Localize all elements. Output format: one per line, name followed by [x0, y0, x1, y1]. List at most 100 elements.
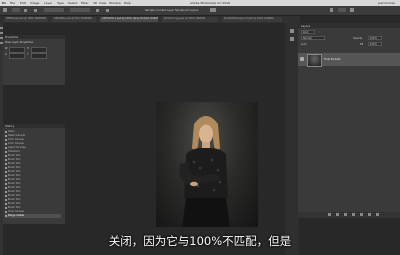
- sample-current-layer[interactable]: Sample: Current Layer: [145, 9, 174, 12]
- symmetry-icon[interactable]: [106, 9, 109, 12]
- x-label: X: [5, 53, 7, 56]
- portrait-figure: [179, 116, 230, 227]
- brush-icon: [5, 178, 7, 181]
- menu-edit[interactable]: Edit: [20, 1, 26, 5]
- layer-row[interactable]: Final Portrait: [298, 53, 400, 67]
- adjustments-panel-icon[interactable]: [290, 37, 294, 41]
- brush-icon: [5, 158, 7, 161]
- menu-image[interactable]: Image: [30, 1, 39, 5]
- layers-panel: Layers Kind Normal Opacity 100% Lock Fil…: [298, 23, 400, 218]
- layers-footer: [298, 212, 400, 218]
- options-bar: Sample: Current Layer Sample All Layers: [0, 6, 400, 16]
- blend-mode-select[interactable]: Normal: [301, 36, 325, 40]
- brush-icon: [5, 202, 7, 205]
- user-name: Joel Grimes: [378, 1, 396, 5]
- menu-select[interactable]: Select: [68, 1, 77, 5]
- flow-field[interactable]: [70, 8, 90, 12]
- mode-icon[interactable]: [24, 9, 27, 12]
- new-layer-icon[interactable]: [368, 213, 371, 216]
- history-step-icon: [5, 138, 7, 141]
- history-step-icon: [5, 214, 7, 217]
- marquee-tool-icon[interactable]: [0, 32, 3, 34]
- search-icon[interactable]: [330, 8, 333, 12]
- menu-3d[interactable]: 3D: [93, 1, 97, 5]
- lock-label: Lock: [301, 42, 307, 46]
- airbrush-icon[interactable]: [34, 9, 37, 12]
- history-item-selected[interactable]: Merge Visible: [5, 214, 61, 218]
- layers-title: Layers: [301, 24, 311, 28]
- opacity-field[interactable]: 100%: [368, 36, 382, 40]
- workspace-switcher[interactable]: [338, 8, 346, 12]
- collapsed-panels-strip: [285, 23, 299, 255]
- brush-icon: [5, 182, 7, 185]
- fx-icon[interactable]: [336, 213, 339, 216]
- history-step-icon: [5, 142, 7, 145]
- history-step-icon: [5, 210, 7, 213]
- mask-icon[interactable]: [344, 213, 347, 216]
- tool-preset-icon[interactable]: [3, 8, 7, 12]
- adjustment-layer-icon[interactable]: [352, 213, 355, 216]
- layer-thumbnail: [307, 54, 322, 67]
- brush-size-picker[interactable]: [12, 8, 20, 12]
- brush-icon: [5, 170, 7, 173]
- properties-title: Properties: [5, 35, 19, 39]
- brush-icon: [5, 190, 7, 193]
- layers-panel-header: Layers: [298, 23, 400, 28]
- brush-icon: [5, 186, 7, 189]
- history-panel: History Open Select Canvas Color Canvas …: [3, 124, 65, 224]
- brush-icon: [5, 174, 7, 177]
- menu-file[interactable]: File: [10, 1, 15, 5]
- window-title: Adobe Photoshop CC 2018: [190, 1, 230, 5]
- document-tab-bar: TEMSeries.psd @ 100% (RGB/8#) ORIGINAL.p…: [0, 16, 300, 23]
- height-label: H: [27, 47, 29, 50]
- brush-icon: [5, 206, 7, 209]
- y-label: Y: [27, 53, 29, 56]
- properties-subtitle: Pixel Layer Properties: [5, 41, 33, 44]
- tab-document-5[interactable]: Portrait Background.psd @ 100% (RGB/8): [222, 17, 282, 22]
- menu-layer[interactable]: Layer: [44, 1, 52, 5]
- menu-help[interactable]: Help: [124, 1, 131, 5]
- brush-icon: [5, 166, 7, 169]
- x-field[interactable]: [9, 53, 25, 59]
- menu-view[interactable]: View: [99, 1, 106, 5]
- opacity-field[interactable]: [44, 8, 64, 12]
- fill-label: Fill: [360, 42, 364, 46]
- menu-app-logo[interactable]: Ps: [2, 1, 6, 5]
- width-label: W: [5, 47, 8, 50]
- properties-panel-header: Properties: [3, 35, 65, 39]
- properties-panel: Properties Pixel Layer Properties W H X …: [3, 35, 65, 85]
- history-panel-header: History: [3, 124, 65, 128]
- brush-icon: [5, 154, 7, 157]
- menu-filter[interactable]: Filter: [81, 1, 88, 5]
- sample-all-layers[interactable]: Sample All Layers: [175, 9, 198, 12]
- history-step-icon: [5, 134, 7, 137]
- layer-filter-select[interactable]: Kind: [301, 30, 315, 34]
- link-icon[interactable]: [328, 213, 331, 216]
- tab-document-1[interactable]: TEMSeries.psd @ 100% (RGB/8#): [4, 17, 48, 22]
- settings-icon[interactable]: [210, 8, 216, 12]
- share-icon[interactable]: [350, 8, 354, 12]
- tab-document-4[interactable]: Portrait Copy.psd @ 100% (RGB/8): [162, 17, 218, 22]
- fill-field[interactable]: 100%: [368, 42, 382, 46]
- history-step-icon: [5, 150, 7, 153]
- history-step-icon: [5, 146, 7, 149]
- brush-icon: [5, 162, 7, 165]
- trash-icon[interactable]: [376, 213, 379, 216]
- history-step-icon: [5, 130, 7, 133]
- eye-icon[interactable]: [300, 57, 304, 61]
- brush-icon: [5, 198, 7, 201]
- pressure-icon[interactable]: [96, 9, 99, 12]
- move-tool-icon[interactable]: [0, 27, 3, 29]
- opacity-label: Opacity: [353, 36, 363, 40]
- menu-type[interactable]: Type: [57, 1, 64, 5]
- menu-window[interactable]: Window: [109, 1, 121, 5]
- portrait-photo[interactable]: [156, 102, 258, 227]
- y-field[interactable]: [31, 53, 47, 59]
- layer-name[interactable]: Final Portrait: [324, 58, 340, 61]
- folder-icon[interactable]: [360, 213, 363, 216]
- history-panel-icon[interactable]: [290, 29, 294, 33]
- tab-document-2[interactable]: ORIGINAL.psd @ 50% (RGB/8#): [52, 17, 96, 22]
- tab-document-3[interactable]: UNTITLED-1.psd @ 100% (Gray Portrait, RG…: [100, 17, 158, 22]
- brush-icon: [5, 194, 7, 197]
- history-title: History: [5, 124, 15, 128]
